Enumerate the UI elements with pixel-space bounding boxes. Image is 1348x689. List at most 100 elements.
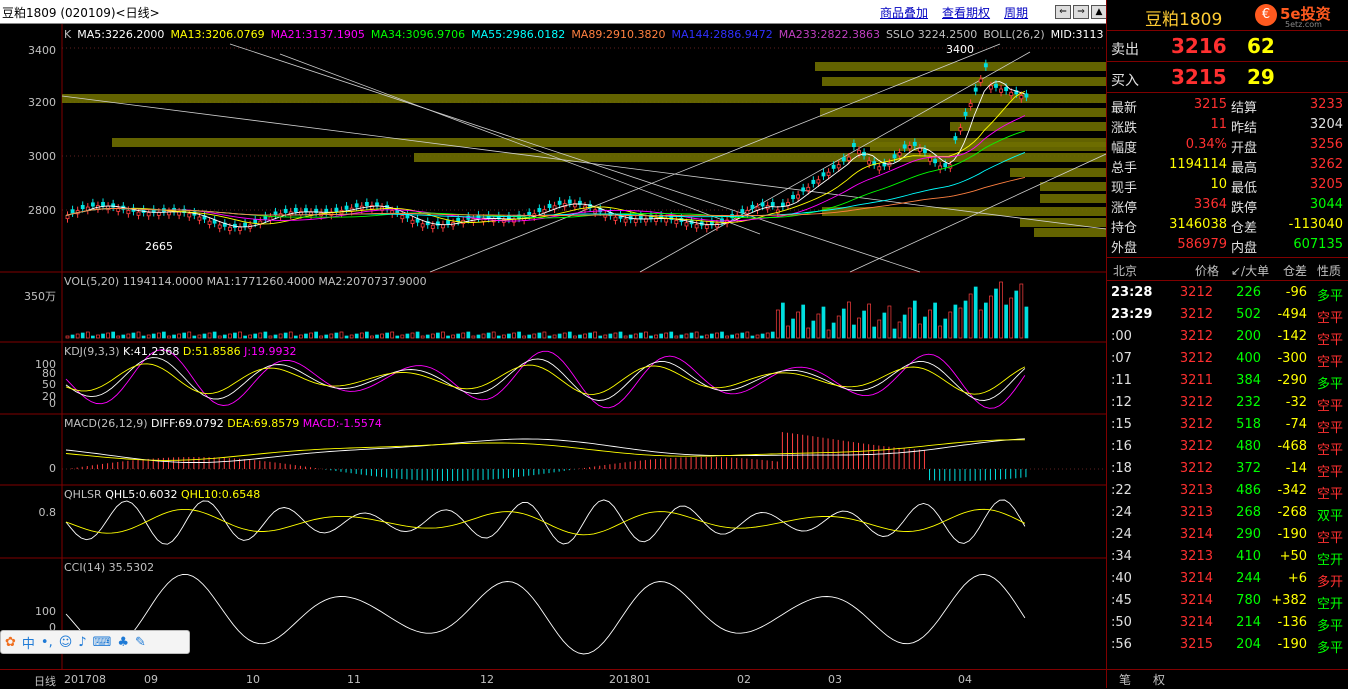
volume-bar — [425, 334, 430, 339]
ma-indicator-item: MID:3113 — [1050, 28, 1104, 41]
candle-body — [999, 88, 1003, 93]
ma-indicator-item: BOLL(26,2) — [983, 28, 1045, 41]
tick-row[interactable]: :34 3213 410 +50 空开 — [1107, 545, 1348, 568]
volume-bar — [527, 334, 532, 339]
candle-body — [197, 216, 202, 221]
tick-row[interactable]: :45 3214 780 +382 空开 — [1107, 589, 1348, 612]
volume-bar — [796, 311, 800, 339]
volume-bar — [273, 334, 278, 339]
oscillator-line — [65, 499, 1026, 545]
stat-v2: 3044 — [1309, 197, 1343, 212]
volume-bar — [816, 313, 821, 339]
tick-row[interactable]: :18 3212 372 -14 空平 — [1107, 457, 1348, 480]
candle-body — [877, 166, 882, 171]
volume-bar — [85, 331, 90, 339]
volume-bar — [892, 328, 897, 339]
tick-row[interactable]: :22 3213 486 -342 空平 — [1107, 479, 1348, 502]
tick-row[interactable]: :00 3212 200 -142 空平 — [1107, 325, 1348, 348]
x-label: 09 — [144, 673, 158, 686]
low-label: 2665 — [145, 240, 173, 253]
ime-keyboard-icon[interactable]: ⌨ — [93, 635, 112, 650]
volume-bar — [542, 331, 547, 339]
stat-v1: 3364 — [1193, 197, 1227, 212]
volume-bar — [212, 331, 217, 339]
tick-row[interactable]: :50 3214 214 -136 多平 — [1107, 611, 1348, 634]
options-link[interactable]: 查看期权 — [942, 4, 990, 21]
volume-bar — [983, 302, 988, 339]
volume-bar — [101, 333, 105, 339]
tick-row[interactable]: :11 3211 384 -290 多平 — [1107, 369, 1348, 392]
tick-oi: -300 — [1277, 351, 1307, 366]
tick-row[interactable]: :40 3214 244 +6 多开 — [1107, 567, 1348, 590]
candle-body — [410, 219, 415, 224]
volume-bar — [857, 317, 861, 339]
volume-bar — [299, 334, 303, 339]
tick-vol: 204 — [1236, 637, 1261, 652]
tick-list[interactable]: 23:28 3212 226 -96 多平 23:29 3212 502 -494 空平:00 32… — [1107, 281, 1348, 656]
ime-skin-icon[interactable]: ♣ — [117, 635, 129, 650]
candle-body — [912, 141, 917, 146]
candle-body — [867, 160, 872, 165]
tick-row[interactable]: 23:28 3212 226 -96 多平 — [1107, 281, 1348, 304]
tick-hdr-oi: 仓差 — [1283, 264, 1308, 278]
tick-price: 3212 — [1179, 307, 1213, 322]
stat-v2: 3262 — [1309, 157, 1343, 172]
volume-bar — [121, 334, 126, 339]
tab-trades[interactable]: 笔 — [1119, 671, 1131, 688]
tick-hdr-vol: ↙/大单 — [1231, 264, 1270, 278]
tick-row[interactable]: :56 3215 204 -190 多平 — [1107, 633, 1348, 656]
y-label-2800: 2800 — [28, 204, 56, 217]
volume-bar — [836, 315, 841, 339]
qhlsr-qhl10: QHL10:0.6548 — [180, 488, 261, 501]
candle-body — [623, 218, 628, 223]
site-logo: € 5e投资 5etz.com — [1255, 4, 1345, 30]
tick-price: 3212 — [1179, 285, 1213, 300]
volume-bar — [329, 333, 334, 339]
tick-row[interactable]: :24 3213 268 -268 双平 — [1107, 501, 1348, 524]
volume-bar — [456, 333, 461, 339]
volume-bar — [933, 302, 937, 339]
candle-body — [852, 143, 856, 148]
volume-bar — [740, 332, 745, 339]
tick-price: 3212 — [1179, 329, 1213, 344]
ime-lang[interactable]: 中 — [22, 633, 35, 652]
volume-bar — [973, 286, 978, 339]
ime-mic-icon[interactable]: ♪ — [78, 635, 86, 650]
ime-tools-icon[interactable]: ✎ — [135, 635, 146, 650]
nav-up-button[interactable]: ▲ — [1091, 5, 1107, 19]
volume-bar — [430, 333, 435, 339]
tick-time: :15 — [1111, 417, 1132, 432]
tick-row[interactable]: :16 3212 480 -468 空平 — [1107, 435, 1348, 458]
volume-bar — [349, 334, 354, 339]
candle-body — [923, 148, 927, 153]
ime-punct-icon[interactable]: •, — [41, 635, 53, 650]
volume-bar — [841, 308, 846, 339]
candle-body — [989, 85, 993, 90]
volume-bar — [588, 332, 592, 339]
ime-emoji-icon[interactable]: ☺ — [59, 635, 73, 650]
period-link[interactable]: 周期 — [1004, 4, 1028, 21]
tick-row[interactable]: :24 3214 290 -190 空平 — [1107, 523, 1348, 546]
nav-right-button[interactable]: ⇒ — [1073, 5, 1089, 19]
tick-row[interactable]: 23:29 3212 502 -494 空平 — [1107, 303, 1348, 326]
tick-type: 空平 — [1316, 333, 1343, 348]
price-band — [822, 77, 1106, 86]
volume-bar — [715, 332, 719, 339]
ime-toolbar[interactable]: ✿ 中 •, ☺ ♪ ⌨ ♣ ✎ — [0, 630, 190, 654]
tick-row[interactable]: :12 3212 232 -32 空平 — [1107, 391, 1348, 414]
tick-price: 3212 — [1179, 461, 1213, 476]
volume-bar — [730, 334, 735, 339]
volume-bar — [486, 332, 491, 339]
tab-rights[interactable]: 权 — [1153, 671, 1165, 688]
volume-bar — [466, 331, 471, 339]
chart-area[interactable]: K MA5:3226.2000 MA13:3206.0769 MA21:3137.19… — [0, 24, 1106, 669]
candle-body — [791, 195, 795, 200]
candle-body — [917, 147, 922, 152]
ma-indicator-item: MA89:2910.3820 — [571, 28, 666, 41]
overlay-link[interactable]: 商品叠加 — [880, 4, 928, 21]
x-label: 201708 — [64, 673, 106, 686]
price-band — [1034, 228, 1106, 237]
tick-row[interactable]: :07 3212 400 -300 空平 — [1107, 347, 1348, 370]
tick-row[interactable]: :15 3212 518 -74 空平 — [1107, 413, 1348, 436]
nav-left-button[interactable]: ⇐ — [1055, 5, 1071, 19]
